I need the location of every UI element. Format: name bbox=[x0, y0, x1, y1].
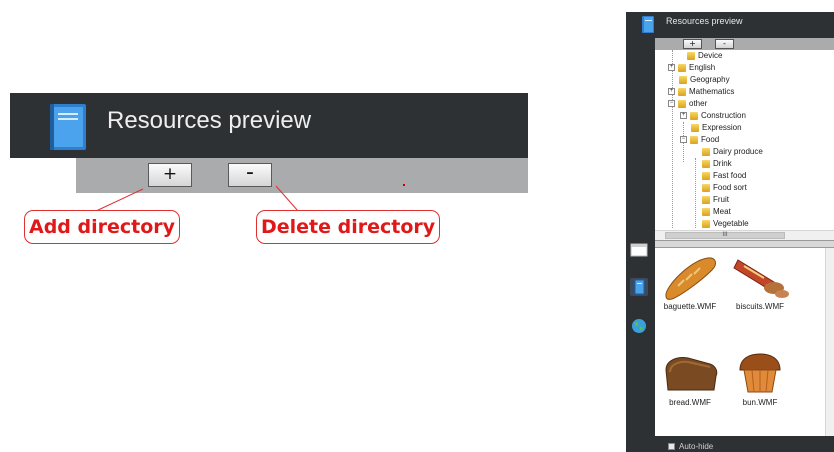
tree-guide-line bbox=[672, 50, 673, 228]
tree-item-food-sort[interactable]: Food sort bbox=[702, 182, 747, 194]
auto-hide-option[interactable]: Auto-hide bbox=[668, 442, 713, 451]
folder-icon bbox=[687, 51, 695, 60]
screenshot-canvas: Resources preview + - Add directory Dele… bbox=[0, 0, 834, 452]
zoom-title-bar: Resources preview bbox=[10, 93, 528, 158]
tree-guide-line bbox=[695, 158, 696, 228]
collapse-icon[interactable]: − bbox=[680, 136, 687, 144]
tree-item-label: Drink bbox=[713, 159, 732, 168]
resource-label: biscuits.WMF bbox=[736, 302, 784, 311]
tree-item-label: Food bbox=[701, 135, 720, 144]
tree-item-label: Geography bbox=[690, 75, 730, 84]
tree-item-label: Fast food bbox=[713, 171, 747, 180]
delete-directory-button[interactable]: - bbox=[715, 39, 734, 49]
panel-toolbar: + - bbox=[655, 38, 834, 50]
biscuits-icon bbox=[733, 259, 789, 298]
pane-splitter[interactable] bbox=[655, 240, 834, 248]
tree-item-expression[interactable]: Expression bbox=[691, 122, 742, 134]
expand-icon[interactable]: + bbox=[680, 112, 687, 120]
auto-hide-label: Auto-hide bbox=[679, 442, 714, 451]
window-icon[interactable] bbox=[630, 241, 648, 259]
tree-item-label: Device bbox=[698, 51, 723, 60]
tree-item-label: Food sort bbox=[713, 183, 747, 192]
tree-item-label: Expression bbox=[702, 123, 742, 132]
tree-item-construction[interactable]: + Construction bbox=[680, 110, 746, 122]
grid-vertical-scrollbar[interactable] bbox=[825, 248, 834, 436]
resource-item-biscuits[interactable]: biscuits.WMF bbox=[727, 252, 793, 311]
tree-item-other[interactable]: − other bbox=[668, 98, 707, 110]
baguette-icon bbox=[665, 257, 716, 300]
auto-hide-checkbox[interactable] bbox=[668, 443, 675, 451]
tree-item-label: Meat bbox=[713, 207, 731, 216]
folder-icon bbox=[691, 123, 699, 132]
tree-item-label: English bbox=[689, 63, 716, 72]
folder-icon bbox=[678, 87, 686, 96]
book-icon bbox=[642, 16, 654, 33]
tree-horizontal-scroll-thumb[interactable]: III bbox=[665, 232, 785, 239]
book-icon bbox=[50, 104, 86, 150]
zoom-title: Resources preview bbox=[107, 107, 312, 134]
tree-item-label: Dairy produce bbox=[713, 147, 763, 156]
tree-item-fast-food[interactable]: Fast food bbox=[702, 170, 746, 182]
directory-tree[interactable]: Device + English Geography + Mathematics −… bbox=[655, 50, 834, 240]
resource-item-baguette[interactable]: baguette.WMF bbox=[657, 252, 723, 311]
panel-title: Resources preview bbox=[666, 16, 743, 26]
zoom-toolbar: + - bbox=[76, 158, 528, 193]
tree-item-vegetable[interactable]: Vegetable bbox=[702, 218, 749, 228]
expand-icon[interactable]: + bbox=[668, 88, 675, 96]
resource-item-bread[interactable]: bread.WMF bbox=[657, 348, 723, 407]
resource-label: bread.WMF bbox=[669, 398, 711, 407]
expand-icon[interactable]: + bbox=[668, 64, 675, 72]
folder-icon bbox=[702, 159, 710, 168]
tree-item-label: Construction bbox=[701, 111, 746, 120]
resources-preview-panel: Resources preview + - Device + English Ge… bbox=[626, 12, 834, 452]
tree-item-drink[interactable]: Drink bbox=[702, 158, 732, 170]
tree-item-device[interactable]: Device bbox=[687, 50, 722, 62]
add-directory-button[interactable]: + bbox=[683, 39, 702, 49]
bread-icon bbox=[665, 357, 718, 391]
tree-item-label: other bbox=[689, 99, 708, 108]
collapse-icon[interactable]: − bbox=[668, 100, 675, 108]
bun-icon bbox=[739, 353, 781, 393]
tree-item-dairy-produce[interactable]: Dairy produce bbox=[702, 146, 763, 158]
tree-item-label: Fruit bbox=[713, 195, 729, 204]
folder-icon bbox=[690, 111, 698, 120]
folder-icon bbox=[679, 75, 687, 84]
tree-item-fruit[interactable]: Fruit bbox=[702, 194, 729, 206]
zoom-delete-directory-button[interactable]: - bbox=[228, 162, 272, 187]
folder-icon bbox=[702, 147, 710, 156]
folder-icon bbox=[702, 171, 710, 180]
tree-item-label: Vegetable bbox=[713, 219, 749, 228]
resource-thumbnail-grid: baguette.WMF biscuits.WMF bread.WMF bun.… bbox=[655, 248, 834, 436]
add-directory-callout: Add directory bbox=[24, 210, 181, 244]
tree-item-mathematics[interactable]: + Mathematics bbox=[668, 86, 734, 98]
zoom-add-directory-button[interactable]: + bbox=[148, 163, 192, 187]
resource-item-bun[interactable]: bun.WMF bbox=[727, 348, 793, 407]
folder-icon bbox=[702, 207, 710, 216]
tree-item-geography[interactable]: Geography bbox=[679, 74, 730, 86]
tree-item-english[interactable]: + English bbox=[668, 62, 715, 74]
folder-icon bbox=[678, 99, 686, 108]
resource-label: bun.WMF bbox=[742, 398, 778, 407]
red-marker bbox=[403, 184, 405, 186]
folder-icon bbox=[678, 63, 686, 72]
globe-icon[interactable] bbox=[630, 317, 648, 335]
folder-icon bbox=[702, 195, 710, 204]
resource-label: baguette.WMF bbox=[663, 302, 717, 311]
tree-item-food[interactable]: − Food bbox=[680, 134, 719, 146]
tree-item-label: Mathematics bbox=[689, 87, 735, 96]
zoomed-panel-header: Resources preview + - bbox=[10, 93, 528, 203]
delete-directory-callout: Delete directory bbox=[256, 210, 441, 244]
folder-icon bbox=[690, 135, 698, 144]
folder-icon bbox=[702, 183, 710, 192]
folder-icon bbox=[702, 219, 710, 228]
resources-book-icon[interactable] bbox=[630, 278, 648, 296]
tree-item-meat[interactable]: Meat bbox=[702, 206, 731, 218]
tree-horizontal-scrollbar[interactable]: III bbox=[655, 230, 834, 240]
